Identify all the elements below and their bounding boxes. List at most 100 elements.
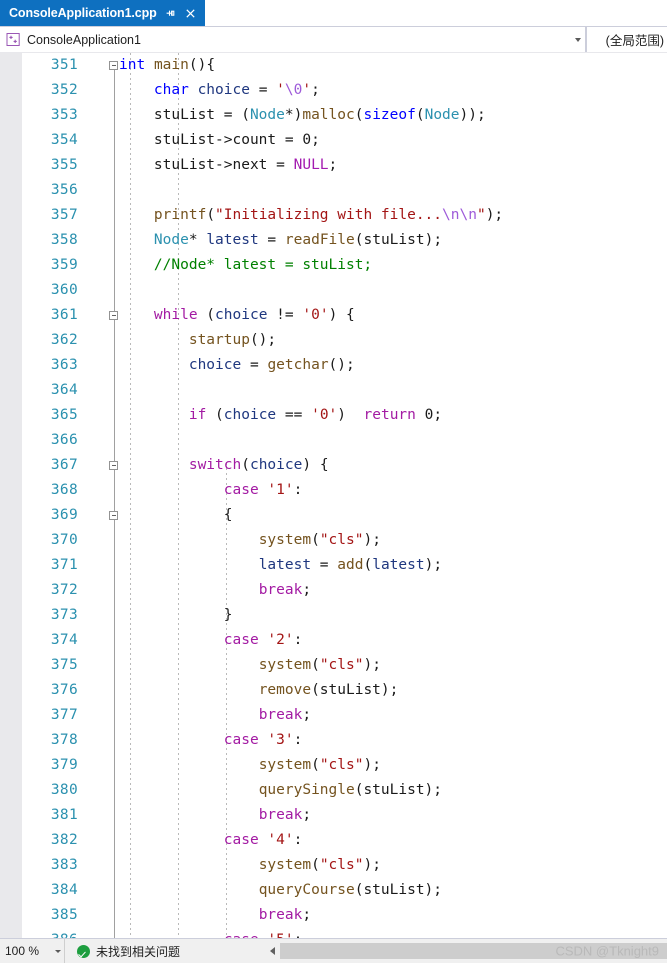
navigation-bar: ConsoleApplication1 (全局范围)	[0, 27, 667, 53]
code-line-text: system("cls");	[258, 532, 381, 548]
code-line-text: queryCourse(stuList);	[258, 882, 443, 898]
code-line[interactable]: 369 {	[0, 503, 667, 528]
code-line[interactable]: 380 querySingle(stuList);	[0, 778, 667, 803]
code-editor[interactable]: 351 int main(){352 char choice = '\0'; 353…	[0, 53, 667, 938]
fold-collapse-icon[interactable]	[109, 461, 118, 470]
line-number: 372	[50, 582, 78, 598]
code-line[interactable]: 354 stuList->count = 0;	[0, 128, 667, 153]
code-line-text: stuList = (Node*)malloc(sizeof(Node));	[153, 107, 486, 123]
scope-member-label: (全局范围)	[605, 34, 664, 48]
code-line[interactable]: 375 system("cls");	[0, 653, 667, 678]
code-line[interactable]: 361 while (choice != '0') {	[0, 303, 667, 328]
line-number: 375	[50, 657, 78, 673]
code-line-text: case '2':	[223, 632, 303, 648]
pin-icon[interactable]	[164, 7, 177, 20]
code-line[interactable]: 353 stuList = (Node*)malloc(sizeof(Node)…	[0, 103, 667, 128]
code-line[interactable]: 377 break;	[0, 703, 667, 728]
line-number: 366	[50, 432, 78, 448]
code-line-text: case '4':	[223, 832, 303, 848]
close-icon[interactable]	[184, 7, 197, 20]
scroll-left-arrow-icon[interactable]	[265, 943, 280, 959]
code-line[interactable]: 376 remove(stuList);	[0, 678, 667, 703]
code-line[interactable]: 360	[0, 278, 667, 303]
code-line[interactable]: 355 stuList->next = NULL;	[0, 153, 667, 178]
line-number: 355	[50, 157, 78, 173]
code-line-text: system("cls");	[258, 657, 381, 673]
code-line[interactable]: 362 startup();	[0, 328, 667, 353]
check-circle-icon	[77, 944, 90, 958]
fold-collapse-icon[interactable]	[109, 61, 118, 70]
code-line-text: choice = getchar();	[188, 357, 355, 373]
fold-collapse-icon[interactable]	[109, 311, 118, 320]
code-line-text: if (choice == '0') return 0;	[188, 407, 443, 423]
scope-project-dropdown[interactable]: ConsoleApplication1	[0, 27, 586, 52]
code-line[interactable]: 363 choice = getchar();	[0, 353, 667, 378]
code-line[interactable]: 367 switch(choice) {	[0, 453, 667, 478]
scope-member-dropdown[interactable]: (全局范围)	[586, 27, 667, 52]
scrollbar-track[interactable]	[280, 943, 667, 959]
horizontal-scrollbar[interactable]: CSDN @Tknight9	[265, 939, 667, 963]
line-number: 358	[50, 232, 78, 248]
code-line[interactable]: 368 case '1':	[0, 478, 667, 503]
tab-consoleapplication1-cpp[interactable]: ConsoleApplication1.cpp	[0, 0, 205, 26]
issue-status[interactable]: 未找到相关问题	[65, 939, 265, 963]
line-number: 362	[50, 332, 78, 348]
code-line[interactable]: 372 break;	[0, 578, 667, 603]
code-line-text: system("cls");	[258, 757, 381, 773]
code-line[interactable]: 382 case '4':	[0, 828, 667, 853]
code-line-text: break;	[258, 807, 312, 823]
line-number: 371	[50, 557, 78, 573]
code-line-text: startup();	[188, 332, 277, 348]
code-line[interactable]: 374 case '2':	[0, 628, 667, 653]
code-line[interactable]: 365 if (choice == '0') return 0;	[0, 403, 667, 428]
line-number: 354	[50, 132, 78, 148]
code-line-text: case '3':	[223, 732, 303, 748]
code-line[interactable]: 385 break;	[0, 903, 667, 928]
fold-collapse-icon[interactable]	[109, 511, 118, 520]
code-line-text: stuList->count = 0;	[153, 132, 320, 148]
line-number: 380	[50, 782, 78, 798]
code-line[interactable]: 370 system("cls");	[0, 528, 667, 553]
code-line[interactable]: 352 char choice = '\0';	[0, 78, 667, 103]
code-line-text: latest = add(latest);	[258, 557, 443, 573]
code-line-text: querySingle(stuList);	[258, 782, 443, 798]
code-lines-container[interactable]: 351 int main(){352 char choice = '\0'; 353…	[0, 53, 667, 938]
code-line-text: //Node* latest = stuList;	[119, 257, 373, 273]
chevron-down-icon[interactable]	[570, 27, 585, 52]
code-line[interactable]: 386 case '5':	[0, 928, 667, 938]
chevron-down-icon[interactable]	[52, 950, 64, 953]
code-line[interactable]: 351 int main(){	[0, 53, 667, 78]
code-line[interactable]: 383 system("cls");	[0, 853, 667, 878]
code-line[interactable]: 373 }	[0, 603, 667, 628]
status-bar: 100 % 未找到相关问题 CSDN @Tknight9	[0, 938, 667, 963]
code-line-text: }	[119, 607, 233, 623]
line-number: 373	[50, 607, 78, 623]
line-number: 384	[50, 882, 78, 898]
line-number: 385	[50, 907, 78, 923]
code-line[interactable]: 364	[0, 378, 667, 403]
zoom-level-dropdown[interactable]: 100 %	[0, 939, 65, 963]
code-line[interactable]: 359 //Node* latest = stuList;	[0, 253, 667, 278]
code-line[interactable]: 378 case '3':	[0, 728, 667, 753]
line-number: 379	[50, 757, 78, 773]
line-number: 369	[50, 507, 78, 523]
line-number: 364	[50, 382, 78, 398]
code-line[interactable]: 379 system("cls");	[0, 753, 667, 778]
cpp-project-icon	[6, 32, 21, 47]
line-number: 359	[50, 257, 78, 273]
code-line[interactable]: 357 printf("Initializing with file...\n\…	[0, 203, 667, 228]
code-line-text: switch(choice) {	[188, 457, 329, 473]
code-line[interactable]: 356	[0, 178, 667, 203]
line-number: 378	[50, 732, 78, 748]
code-line-text: while (choice != '0') {	[153, 307, 355, 323]
line-number: 356	[50, 182, 78, 198]
line-number: 370	[50, 532, 78, 548]
code-line[interactable]: 371 latest = add(latest);	[0, 553, 667, 578]
zoom-level-value: 100 %	[5, 944, 40, 958]
code-line[interactable]: 384 queryCourse(stuList);	[0, 878, 667, 903]
code-line[interactable]: 366	[0, 428, 667, 453]
code-line[interactable]: 358 Node* latest = readFile(stuList);	[0, 228, 667, 253]
line-number: 386	[0, 928, 78, 938]
code-line[interactable]: 381 break;	[0, 803, 667, 828]
code-line-text: break;	[258, 707, 312, 723]
